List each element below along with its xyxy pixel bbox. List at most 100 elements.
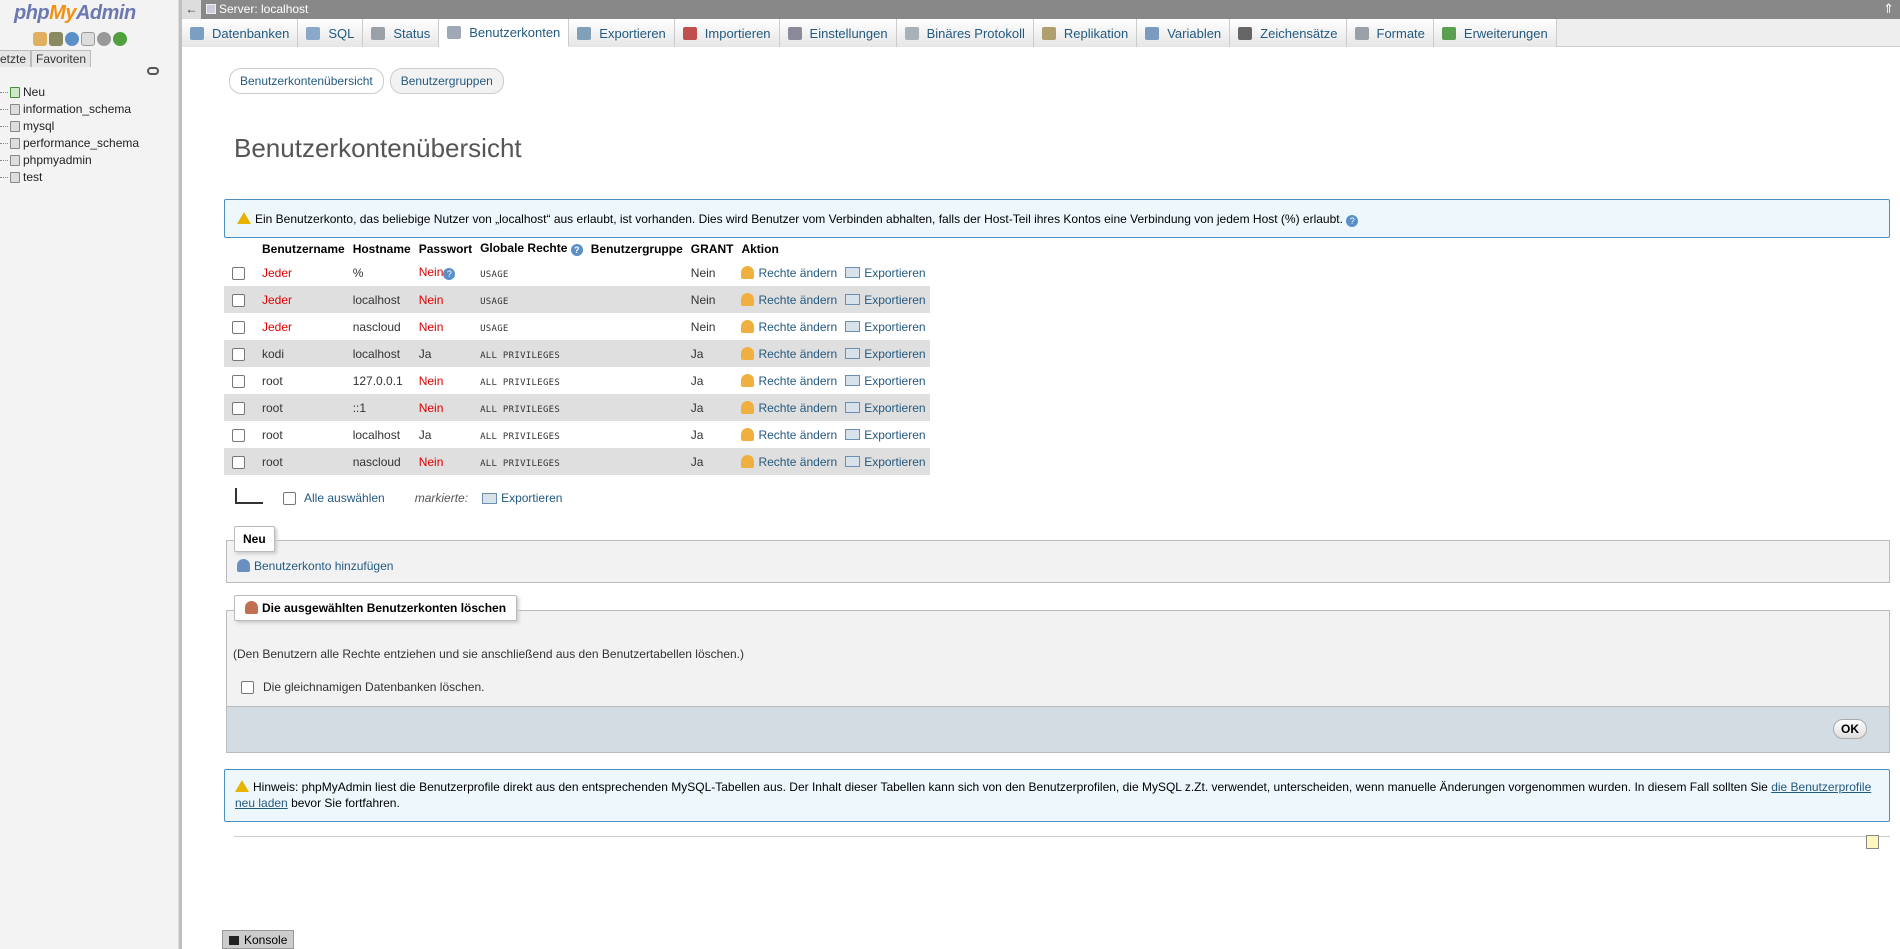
edit-privileges-link[interactable]: Rechte ändern bbox=[741, 292, 837, 307]
marked-label: markierte: bbox=[414, 491, 469, 505]
help-icon[interactable]: ? bbox=[570, 244, 583, 257]
tab-status[interactable]: Status bbox=[363, 19, 440, 47]
export-icon bbox=[845, 374, 861, 386]
home-icon[interactable] bbox=[33, 32, 47, 46]
export-user-link[interactable]: Exportieren bbox=[837, 266, 926, 280]
row-checkbox[interactable] bbox=[232, 428, 245, 442]
settings-icon[interactable] bbox=[97, 32, 111, 46]
edit-privileges-icon bbox=[741, 346, 755, 360]
subtab-user-overview[interactable]: Benutzerkontenübersicht bbox=[229, 68, 384, 94]
server-icon bbox=[206, 4, 216, 14]
delete-legend: Die ausgewählten Benutzerkonten löschen bbox=[234, 595, 518, 621]
edit-privileges-link[interactable]: Rechte ändern bbox=[741, 346, 837, 361]
tab-wrench[interactable]: Einstellungen bbox=[779, 19, 897, 47]
table-row: Jeder localhost Nein USAGE Nein Rechte ändern… bbox=[224, 286, 930, 313]
edit-privileges-link[interactable]: Rechte ändern bbox=[741, 373, 837, 388]
edit-privileges-icon bbox=[741, 454, 755, 468]
server-breadcrumb[interactable]: Server: localhost bbox=[206, 2, 308, 16]
subtab-user-groups[interactable]: Benutzergruppen bbox=[389, 68, 504, 94]
main-menu: Datenbanken SQL Status Benutzerkonten Export… bbox=[182, 19, 1900, 47]
tab-binlog[interactable]: Binäres Protokoll bbox=[896, 19, 1034, 47]
export-user-link[interactable]: Exportieren bbox=[837, 455, 926, 469]
edit-privileges-link[interactable]: Rechte ändern bbox=[741, 400, 837, 415]
drop-db-checkbox[interactable] bbox=[241, 680, 254, 694]
select-all-checkbox[interactable] bbox=[283, 491, 296, 505]
header-checkbox-col bbox=[224, 239, 258, 260]
phpmyadmin-logo[interactable]: phpMyAdmin bbox=[14, 2, 136, 25]
database-icon bbox=[10, 121, 20, 132]
reload-icon[interactable] bbox=[113, 32, 127, 46]
tree-connector bbox=[0, 92, 8, 93]
row-checkbox[interactable] bbox=[232, 374, 245, 388]
edit-privileges-link[interactable]: Rechte ändern bbox=[741, 454, 837, 469]
edit-privileges-link[interactable]: Rechte ändern bbox=[741, 427, 837, 442]
ok-button[interactable]: OK bbox=[1833, 719, 1867, 739]
panel-resizer[interactable] bbox=[179, 0, 182, 949]
tab-plugins[interactable]: Erweiterungen bbox=[1433, 19, 1557, 47]
row-checkbox[interactable] bbox=[232, 347, 245, 361]
tab-favorites[interactable]: Favoriten bbox=[31, 50, 92, 67]
logout-icon[interactable] bbox=[49, 32, 63, 46]
grant-cell: Ja bbox=[686, 448, 738, 475]
quick-links bbox=[33, 32, 127, 46]
table-header-row: Benutzername Hostname Passwort Globale R… bbox=[224, 239, 930, 260]
user-group-cell bbox=[586, 313, 687, 340]
privileges-cell: ALL PRIVILEGES bbox=[476, 448, 587, 475]
edit-privileges-link[interactable]: Rechte ändern bbox=[741, 265, 837, 280]
select-all-label[interactable]: Alle auswählen bbox=[304, 491, 385, 505]
user-group-cell bbox=[586, 259, 687, 286]
export-user-link[interactable]: Exportieren bbox=[837, 347, 926, 361]
header-grant: GRANT bbox=[686, 239, 738, 260]
user-group-cell bbox=[586, 421, 687, 448]
edit-privileges-link[interactable]: Rechte ändern bbox=[741, 319, 837, 334]
row-checkbox[interactable] bbox=[232, 320, 245, 334]
export-user-link[interactable]: Exportieren bbox=[837, 320, 926, 334]
user-group-cell bbox=[586, 448, 687, 475]
privileges-cell: ALL PRIVILEGES bbox=[476, 340, 587, 367]
tab-charset[interactable]: Zeichensätze bbox=[1230, 19, 1347, 47]
database-item[interactable]: information_schema bbox=[0, 101, 139, 118]
export-user-link[interactable]: Exportieren bbox=[837, 428, 926, 442]
action-cell: Rechte ändern Exportieren bbox=[737, 367, 930, 394]
console-toggle[interactable]: Konsole bbox=[222, 930, 295, 949]
page-settings-icon[interactable] bbox=[1866, 835, 1879, 849]
tab-formats[interactable]: Formate bbox=[1346, 19, 1434, 47]
help-icon[interactable] bbox=[65, 32, 79, 46]
tab-sql[interactable]: SQL bbox=[298, 19, 364, 47]
export-selected-link[interactable]: Exportieren bbox=[501, 491, 562, 505]
tab-variables[interactable]: Variablen bbox=[1137, 19, 1231, 47]
row-checkbox[interactable] bbox=[232, 455, 245, 469]
database-item[interactable]: mysql bbox=[0, 118, 139, 135]
database-item-new[interactable]: Neu bbox=[0, 84, 139, 101]
database-item[interactable]: test bbox=[0, 169, 139, 186]
help-icon[interactable]: ? bbox=[443, 268, 456, 281]
action-cell: Rechte ändern Exportieren bbox=[737, 340, 930, 367]
collapse-sidebar-button[interactable]: ← bbox=[182, 0, 201, 19]
privileges-cell: ALL PRIVILEGES bbox=[476, 367, 587, 394]
tab-import[interactable]: Importieren bbox=[674, 19, 780, 47]
server-breadcrumb-bar: ← Server: localhost ⇑ bbox=[182, 0, 1900, 19]
tab-replication[interactable]: Replikation bbox=[1033, 19, 1138, 47]
add-user-link[interactable]: Benutzerkonto hinzufügen bbox=[237, 559, 393, 573]
tab-users[interactable]: Benutzerkonten bbox=[439, 19, 570, 47]
export-user-link[interactable]: Exportieren bbox=[837, 293, 926, 307]
row-checkbox[interactable] bbox=[232, 266, 245, 280]
database-item[interactable]: phpmyadmin bbox=[0, 152, 139, 169]
scroll-top-icon[interactable]: ⇑ bbox=[1883, 1, 1894, 17]
export-user-link[interactable]: Exportieren bbox=[837, 401, 926, 415]
row-checkbox[interactable] bbox=[232, 401, 245, 415]
database-item[interactable]: performance_schema bbox=[0, 135, 139, 152]
row-checkbox-cell bbox=[224, 394, 258, 421]
tab-recent[interactable]: etzte bbox=[0, 50, 32, 67]
export-icon bbox=[845, 293, 861, 305]
tab-database[interactable]: Datenbanken bbox=[182, 19, 299, 47]
docs-icon[interactable] bbox=[81, 32, 95, 46]
link-icon[interactable] bbox=[147, 67, 159, 75]
tab-export[interactable]: Exportieren bbox=[569, 19, 675, 47]
export-user-link[interactable]: Exportieren bbox=[837, 374, 926, 388]
drop-db-label[interactable]: Die gleichnamigen Datenbanken löschen. bbox=[263, 680, 484, 694]
row-checkbox[interactable] bbox=[232, 293, 245, 307]
help-icon[interactable]: ? bbox=[1346, 215, 1359, 227]
user-rows: Jeder% Nein? USAGE Nein Rechte ändern Exporti… bbox=[224, 259, 930, 475]
export-icon bbox=[845, 266, 861, 278]
